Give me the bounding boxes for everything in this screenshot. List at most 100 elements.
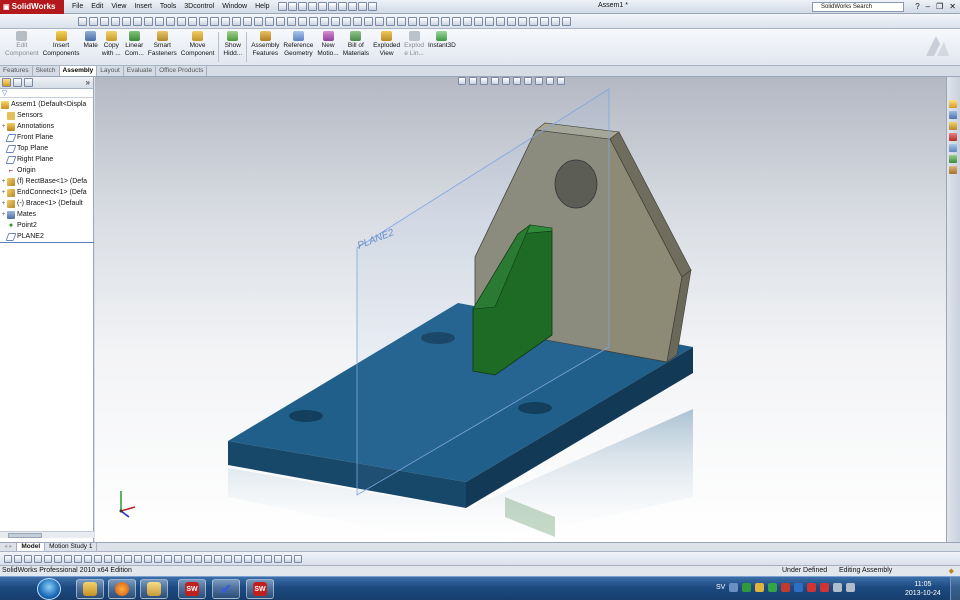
design-library-icon[interactable] — [949, 111, 957, 119]
property-manager-tab-icon[interactable] — [13, 78, 22, 87]
show-desktop-button[interactable] — [950, 577, 960, 600]
copy-with-mates-button[interactable]: Copy with ... — [100, 29, 123, 65]
explode-line-button[interactable]: Explod e Lin... — [402, 29, 426, 65]
taskbar-clock[interactable]: 11:05 2013-10-24 — [905, 580, 941, 598]
simulation-icon[interactable] — [441, 16, 450, 26]
search-results-icon[interactable] — [949, 133, 957, 141]
filter-tables-icon[interactable] — [194, 554, 202, 563]
view-bottom-icon[interactable] — [518, 16, 527, 26]
taskbar-solidworks-1[interactable]: SW — [178, 579, 206, 599]
print-icon[interactable] — [317, 2, 327, 11]
tree-item-endconnect[interactable]: + EndConnect<1> (Defa — [0, 187, 93, 198]
pin-icon[interactable] — [277, 2, 287, 11]
filter-edges-icon[interactable] — [24, 554, 32, 563]
filter-notes-icon[interactable] — [114, 554, 122, 563]
filter-axes-icon[interactable] — [84, 554, 92, 563]
tab-motion-study[interactable]: Motion Study 1 — [45, 543, 98, 551]
chamfer-icon[interactable] — [188, 16, 197, 26]
view-dimetric-icon[interactable] — [551, 16, 560, 26]
graphics-area[interactable]: – ❐ ✕ — [95, 77, 946, 542]
rebuild-icon[interactable] — [347, 2, 357, 11]
offset-icon[interactable] — [199, 16, 208, 26]
move-component-button[interactable]: Move Component — [179, 29, 217, 65]
tray-app-icon[interactable] — [781, 583, 791, 592]
tree-expander[interactable]: + — [0, 212, 7, 218]
interference-icon[interactable] — [419, 16, 428, 26]
point-icon[interactable] — [155, 16, 164, 26]
filter-dowel-icon[interactable] — [284, 554, 292, 563]
menu-window[interactable]: Window — [218, 3, 251, 10]
view-palette-icon[interactable] — [949, 144, 957, 152]
view-iso-icon[interactable] — [496, 16, 505, 26]
taskbar-checkmark-app[interactable]: ✔ — [212, 579, 240, 599]
filter-cosmetic-icon[interactable] — [174, 554, 182, 563]
tree-item-rectbase[interactable]: + (f) RectBase<1> (Defa — [0, 176, 93, 187]
filter-silhouette-icon[interactable] — [244, 554, 252, 563]
filter-planes-icon[interactable] — [74, 554, 82, 563]
assembly-features-button[interactable]: Assembly Features — [249, 29, 281, 65]
tree-item-annotations[interactable]: + Annotations — [0, 121, 93, 132]
zoom-area-icon[interactable] — [265, 16, 274, 26]
toolbox-icon[interactable] — [452, 16, 461, 26]
view-left-icon[interactable] — [529, 16, 538, 26]
filter-routing-icon[interactable] — [254, 554, 262, 563]
taskbar-files[interactable] — [140, 579, 168, 599]
tab-office-products[interactable]: Office Products — [156, 66, 208, 76]
hide-show-icon[interactable] — [320, 16, 329, 26]
configuration-manager-tab-icon[interactable] — [24, 78, 33, 87]
volume-icon[interactable] — [846, 583, 856, 592]
smart-dimension-icon[interactable] — [89, 16, 98, 26]
tree-item-point2[interactable]: ✦ Point2 — [0, 220, 93, 231]
tab-model[interactable]: Model — [17, 543, 46, 551]
zoom-fit-icon[interactable] — [254, 16, 263, 26]
solidworks-logo[interactable]: ▣ SolidWorks — [0, 0, 64, 14]
filter-blocks-icon[interactable] — [184, 554, 192, 563]
previous-view-icon[interactable] — [276, 16, 285, 26]
filter-welds-icon[interactable] — [154, 554, 162, 563]
photoview-icon[interactable] — [430, 16, 439, 26]
tray-app-icon[interactable] — [768, 583, 778, 592]
fillet-icon[interactable] — [177, 16, 186, 26]
filter-components-icon[interactable] — [54, 554, 62, 563]
help-icon[interactable]: ? — [915, 2, 919, 11]
view-trimetric-icon[interactable] — [562, 16, 571, 26]
origins-icon[interactable] — [375, 16, 384, 26]
normal-to-icon[interactable] — [540, 16, 549, 26]
tree-item-front-plane[interactable]: Front Plane — [0, 132, 93, 143]
select-icon[interactable] — [44, 554, 52, 563]
mirror-icon[interactable] — [221, 16, 230, 26]
display-style-icon[interactable] — [309, 16, 318, 26]
select-filter-icon[interactable] — [4, 554, 12, 563]
line-icon[interactable] — [100, 16, 109, 26]
filter-axes-2-icon[interactable] — [294, 554, 302, 563]
tree-item-top-plane[interactable]: Top Plane — [0, 143, 93, 154]
tree-expander[interactable]: + — [0, 190, 7, 196]
menu-tools[interactable]: Tools — [156, 3, 180, 10]
filter-mates-icon[interactable] — [64, 554, 72, 563]
taskbar-solidworks-2[interactable]: SW — [246, 579, 274, 599]
search-input[interactable]: SolidWorks Search — [812, 2, 904, 12]
filter-vertices-icon[interactable] — [14, 554, 22, 563]
tree-item-brace[interactable]: + (-) Brace<1> (Default — [0, 198, 93, 209]
reference-geometry-button[interactable]: Reference Geometry — [281, 29, 315, 65]
sketch-icon[interactable] — [78, 16, 87, 26]
tray-app-icon[interactable] — [755, 583, 765, 592]
tree-item-assem1[interactable]: Assem1 (Default<Displa — [0, 99, 93, 110]
custom-properties-icon[interactable] — [949, 166, 957, 174]
menu-view[interactable]: View — [107, 3, 130, 10]
edit-component-button[interactable]: Edit Component — [3, 29, 41, 65]
file-properties-icon[interactable] — [357, 2, 367, 11]
mass-properties-icon[interactable] — [408, 16, 417, 26]
tray-app-icon[interactable] — [794, 583, 804, 592]
tree-item-mates[interactable]: + Mates — [0, 209, 93, 220]
trim-icon[interactable] — [210, 16, 219, 26]
filter-solid-icon[interactable] — [144, 554, 152, 563]
tree-item-sensors[interactable]: Sensors — [0, 110, 93, 121]
filter-surface-icon[interactable] — [134, 554, 142, 563]
panel-expand-icon[interactable]: » — [86, 78, 90, 87]
feature-manager-tab-icon[interactable] — [2, 78, 11, 87]
new-motion-study-button[interactable]: New Motio... — [315, 29, 340, 65]
network-icon[interactable] — [833, 583, 843, 592]
tree-item-plane2[interactable]: PLANE2 — [0, 231, 93, 242]
save-icon[interactable] — [307, 2, 317, 11]
